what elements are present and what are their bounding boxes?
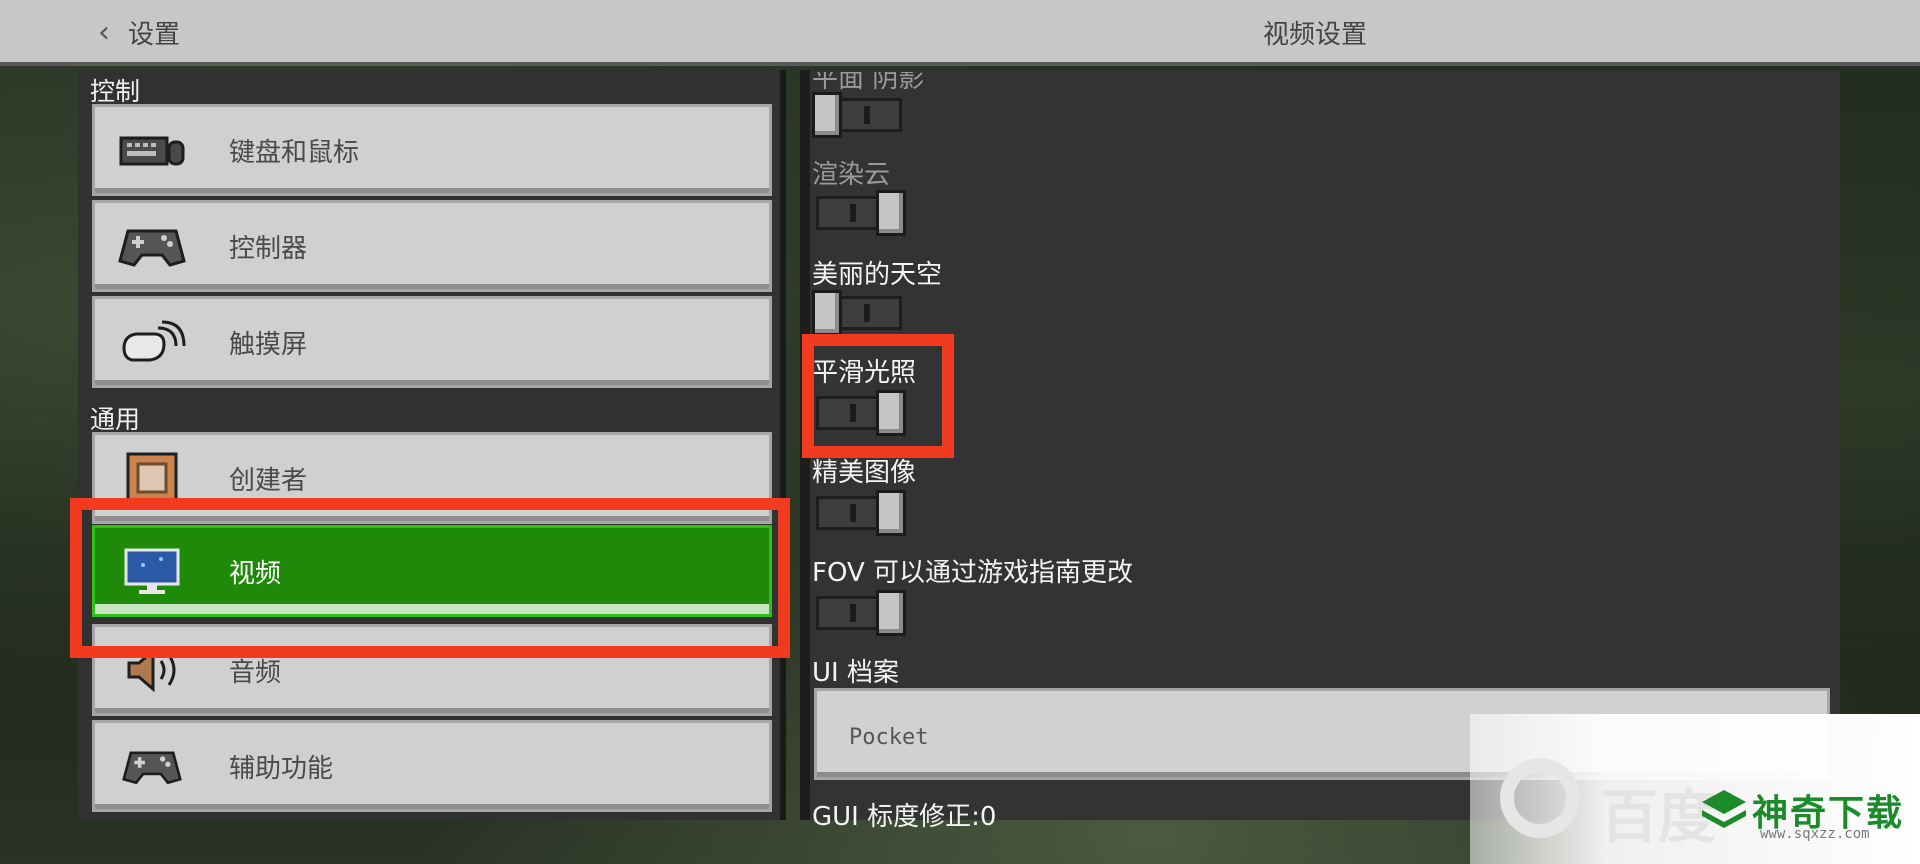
sidebar-item-video[interactable]: 视频 <box>92 525 772 617</box>
sidebar-item-touchscreen[interactable]: 触摸屏 <box>92 296 772 388</box>
command-block-icon <box>115 448 189 508</box>
option-label-fov: FOV 可以通过游戏指南更改 <box>812 558 1134 588</box>
keyboard-mouse-icon <box>115 120 189 180</box>
watermark-faded-text: 百度 <box>1600 783 1717 851</box>
gamepad-icon <box>115 736 189 796</box>
sidebar-item-creator[interactable]: 创建者 <box>92 432 772 524</box>
toggle-beautiful-skies[interactable] <box>812 290 906 336</box>
sidebar-item-keyboard-mouse[interactable]: 键盘和鼠标 <box>92 104 772 196</box>
touch-icon <box>115 312 189 372</box>
sidebar-item-label: 辅助功能 <box>229 753 334 784</box>
option-label-beautiful-skies: 美丽的天空 <box>812 260 943 290</box>
toggle-render-clouds[interactable] <box>812 190 906 236</box>
option-label-smooth-lighting: 平滑光照 <box>812 358 917 388</box>
back-button[interactable]: ‹ 设置 <box>88 12 190 52</box>
chevron-left-icon: ‹ <box>98 14 110 50</box>
sidebar-item-controller[interactable]: 控制器 <box>92 200 772 292</box>
speaker-icon <box>115 640 189 700</box>
toggle-fov[interactable] <box>812 590 906 636</box>
gamepad-icon <box>115 216 189 276</box>
gui-scale-label: GUI 标度修正:0 <box>812 802 997 832</box>
sidebar-item-label: 创建者 <box>229 465 308 496</box>
watermark-url: www.sqxzz.com <box>1760 826 1870 842</box>
option-label-render-clouds: 渲染云 <box>812 160 891 190</box>
sidebar-item-audio[interactable]: 音频 <box>92 624 772 716</box>
sidebar-item-label: 控制器 <box>229 233 308 264</box>
toggle-fancy-graphics[interactable] <box>812 490 906 536</box>
monitor-icon <box>115 541 189 601</box>
ui-profile-label: UI 档案 <box>812 658 899 688</box>
section-label-controls: 控制 <box>90 77 141 106</box>
sidebar-item-label: 视频 <box>229 558 282 589</box>
brand-logo-icon <box>1700 788 1748 830</box>
option-label-fancy-graphics: 精美图像 <box>812 458 917 488</box>
page-title: 视频设置 <box>1262 20 1367 50</box>
back-label: 设置 <box>128 19 181 50</box>
toggle-smooth-lighting[interactable] <box>812 390 906 436</box>
watermark-ring-icon <box>1500 758 1580 838</box>
sidebar-item-label: 触摸屏 <box>229 329 308 360</box>
section-label-general: 通用 <box>90 405 141 434</box>
sidebar-item-accessibility[interactable]: 辅助功能 <box>92 720 772 812</box>
toggle-flat-shading[interactable] <box>812 92 906 138</box>
sidebar-item-label: 键盘和鼠标 <box>229 137 360 168</box>
sidebar-item-label: 音频 <box>229 657 282 688</box>
title-bar: ‹ 设置 视频设置 <box>0 0 1920 66</box>
